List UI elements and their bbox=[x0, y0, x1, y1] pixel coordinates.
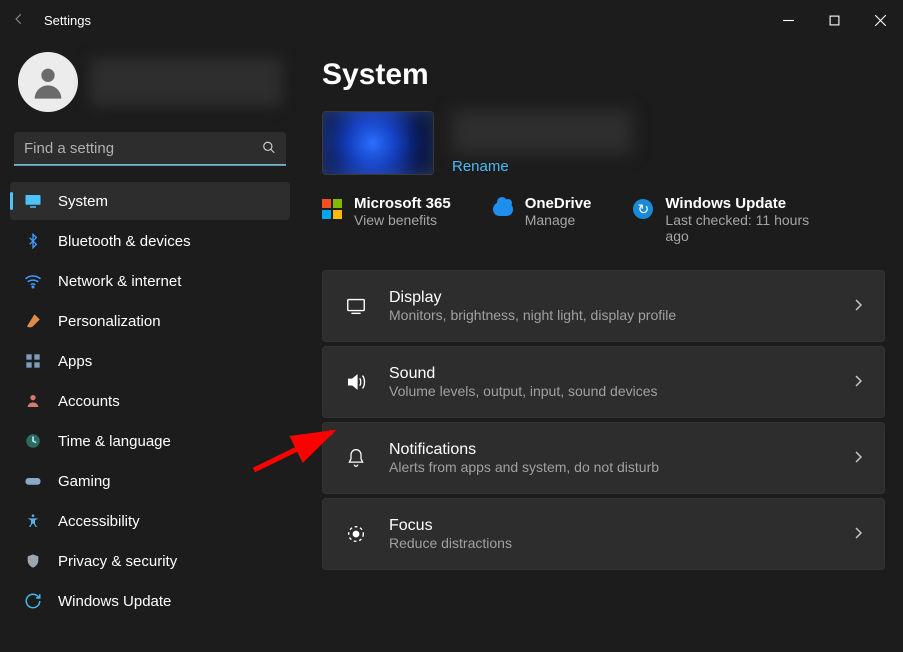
chevron-right-icon bbox=[854, 451, 862, 466]
profile-name-redacted bbox=[90, 58, 282, 106]
profile-block[interactable] bbox=[10, 40, 290, 132]
apps-icon bbox=[24, 352, 42, 370]
sidebar-item-network-internet[interactable]: Network & internet bbox=[10, 262, 290, 300]
info-sub: Last checked: 11 hours ago bbox=[665, 212, 833, 244]
chevron-right-icon bbox=[854, 375, 862, 390]
sidebar: System Bluetooth & devices Network & inter… bbox=[0, 40, 300, 652]
info-title: Microsoft 365 bbox=[354, 195, 451, 212]
sidebar-item-accessibility[interactable]: Accessibility bbox=[10, 502, 290, 540]
main-content: System Rename Microsoft 365 View benefit… bbox=[300, 40, 903, 652]
close-button[interactable] bbox=[857, 0, 903, 40]
device-row: Rename bbox=[322, 110, 885, 175]
card-title: Sound bbox=[389, 365, 832, 383]
card-title: Display bbox=[389, 289, 832, 307]
sidebar-item-label: Apps bbox=[58, 353, 92, 370]
search-icon bbox=[262, 141, 276, 158]
info-microsoft-365[interactable]: Microsoft 365 View benefits bbox=[322, 195, 451, 244]
info-row: Microsoft 365 View benefits OneDrive Man… bbox=[322, 195, 885, 244]
info-onedrive[interactable]: OneDrive Manage bbox=[493, 195, 592, 244]
rename-link[interactable]: Rename bbox=[452, 158, 632, 175]
sidebar-item-windows-update[interactable]: Windows Update bbox=[10, 582, 290, 620]
page-title: System bbox=[322, 58, 885, 92]
device-thumbnail bbox=[322, 111, 434, 175]
sidebar-item-time-language[interactable]: Time & language bbox=[10, 422, 290, 460]
notifications-icon bbox=[345, 447, 367, 469]
settings-card-display[interactable]: DisplayMonitors, brightness, night light… bbox=[322, 270, 885, 342]
info-sub: View benefits bbox=[354, 212, 451, 228]
maximize-button[interactable] bbox=[811, 0, 857, 40]
sidebar-item-label: Accounts bbox=[58, 393, 120, 410]
card-sub: Alerts from apps and system, do not dist… bbox=[389, 459, 832, 475]
sidebar-item-label: Gaming bbox=[58, 473, 111, 490]
chevron-right-icon bbox=[854, 299, 862, 314]
card-sub: Volume levels, output, input, sound devi… bbox=[389, 383, 832, 399]
update-icon bbox=[24, 592, 42, 610]
back-icon[interactable] bbox=[12, 12, 26, 29]
sidebar-item-accounts[interactable]: Accounts bbox=[10, 382, 290, 420]
sidebar-item-personalization[interactable]: Personalization bbox=[10, 302, 290, 340]
wifi-icon bbox=[24, 272, 42, 290]
search-box bbox=[14, 132, 286, 166]
settings-card-focus[interactable]: FocusReduce distractions bbox=[322, 498, 885, 570]
sidebar-item-label: Windows Update bbox=[58, 593, 171, 610]
sidebar-item-label: System bbox=[58, 193, 108, 210]
sidebar-item-apps[interactable]: Apps bbox=[10, 342, 290, 380]
shield-icon bbox=[24, 552, 42, 570]
sidebar-item-gaming[interactable]: Gaming bbox=[10, 462, 290, 500]
monitor-icon bbox=[24, 192, 42, 210]
avatar bbox=[18, 52, 78, 112]
windows-update-icon: ↻ bbox=[633, 199, 653, 219]
titlebar: Settings bbox=[0, 0, 903, 40]
card-title: Focus bbox=[389, 517, 832, 535]
onedrive-icon bbox=[493, 202, 513, 216]
card-title: Notifications bbox=[389, 441, 832, 459]
info-title: Windows Update bbox=[665, 195, 833, 212]
device-name-redacted bbox=[452, 110, 632, 154]
info-sub: Manage bbox=[525, 212, 592, 228]
search-input[interactable] bbox=[14, 132, 286, 166]
info-windows-update[interactable]: ↻ Windows Update Last checked: 11 hours … bbox=[633, 195, 833, 244]
display-icon bbox=[345, 295, 367, 317]
chevron-right-icon bbox=[854, 527, 862, 542]
window-controls bbox=[765, 0, 903, 40]
sidebar-item-label: Bluetooth & devices bbox=[58, 233, 191, 250]
sidebar-item-system[interactable]: System bbox=[10, 182, 290, 220]
settings-card-sound[interactable]: SoundVolume levels, output, input, sound… bbox=[322, 346, 885, 418]
sidebar-item-label: Personalization bbox=[58, 313, 161, 330]
sound-icon bbox=[345, 371, 367, 393]
gamepad-icon bbox=[24, 472, 42, 490]
sidebar-item-privacy-security[interactable]: Privacy & security bbox=[10, 542, 290, 580]
card-sub: Reduce distractions bbox=[389, 535, 832, 551]
clock-globe-icon bbox=[24, 432, 42, 450]
focus-icon bbox=[345, 523, 367, 545]
paintbrush-icon bbox=[24, 312, 42, 330]
sidebar-item-label: Privacy & security bbox=[58, 553, 177, 570]
settings-card-notifications[interactable]: NotificationsAlerts from apps and system… bbox=[322, 422, 885, 494]
minimize-button[interactable] bbox=[765, 0, 811, 40]
sidebar-item-bluetooth-devices[interactable]: Bluetooth & devices bbox=[10, 222, 290, 260]
microsoft-logo-icon bbox=[322, 199, 342, 219]
window-title: Settings bbox=[44, 13, 91, 28]
nav-list: System Bluetooth & devices Network & inter… bbox=[10, 182, 290, 642]
sidebar-item-label: Accessibility bbox=[58, 513, 140, 530]
sidebar-item-label: Time & language bbox=[58, 433, 171, 450]
settings-list: DisplayMonitors, brightness, night light… bbox=[322, 270, 885, 570]
bluetooth-icon bbox=[24, 232, 42, 250]
info-title: OneDrive bbox=[525, 195, 592, 212]
accessibility-icon bbox=[24, 512, 42, 530]
person-icon bbox=[24, 392, 42, 410]
card-sub: Monitors, brightness, night light, displ… bbox=[389, 307, 832, 323]
sidebar-item-label: Network & internet bbox=[58, 273, 181, 290]
